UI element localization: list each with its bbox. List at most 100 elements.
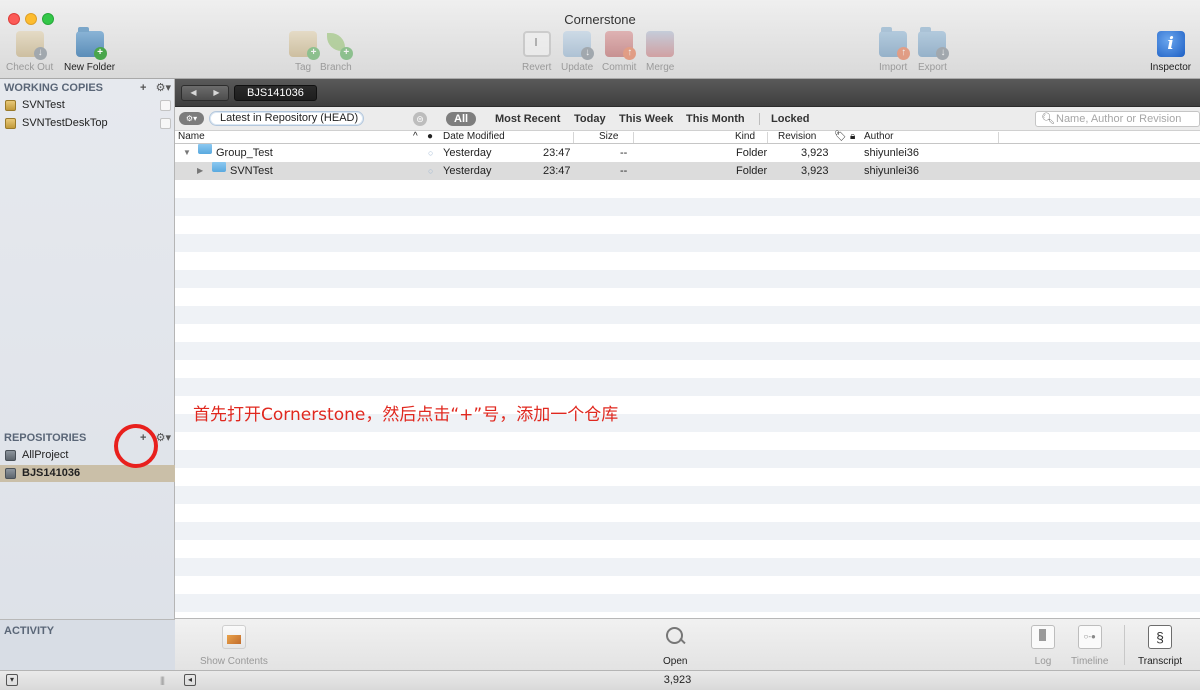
column-headers: Name ^ ● Date Modified Size Kind Revisio… [175, 131, 1200, 144]
inspector-info-icon: i [1156, 31, 1185, 57]
working-copy-checkbox[interactable] [160, 100, 171, 111]
table-row[interactable]: ▼ Group_Test ○ Yesterday 23:47 -- Folder… [175, 144, 1200, 162]
import-label: Import [879, 62, 908, 73]
back-arrow-icon[interactable]: ◀ [182, 86, 205, 100]
inspector-label: Inspector [1150, 62, 1192, 73]
search-placeholder: Name, Author or Revision [1056, 113, 1182, 125]
scope-clear-icon[interactable]: ⊜ [413, 112, 427, 126]
status-bar: ▾ ||| ◂ 3,923 [0, 670, 1200, 690]
repository-icon [5, 450, 16, 461]
new-folder-button[interactable]: + New Folder [64, 27, 115, 73]
export-icon: ↓ [918, 27, 950, 60]
tag-label: Tag [294, 62, 312, 73]
sort-ascending-icon[interactable]: ^ [413, 131, 418, 143]
bottom-divider [1124, 625, 1125, 665]
row-revision: 3,923 [801, 147, 829, 159]
disclosure-collapsed-icon[interactable]: ▶ [197, 162, 203, 180]
inspector-button[interactable]: i Inspector [1150, 31, 1191, 73]
transcript-label: Transcript [1138, 656, 1183, 667]
status-circle-icon: ○ [428, 166, 434, 176]
repository-label: BJS141036 [22, 467, 81, 479]
tag-icon: + [289, 31, 320, 60]
file-list: ▼ Group_Test ○ Yesterday 23:47 -- Folder… [175, 144, 1200, 618]
working-copy-item[interactable]: SVNTestDeskTop [0, 115, 175, 132]
window-title: Cornerstone [564, 12, 636, 27]
working-copies-gear-icon[interactable]: ⚙▾ [156, 82, 171, 94]
filter-this-month[interactable]: This Month [686, 112, 745, 126]
folder-icon [212, 162, 226, 172]
filter-most-recent[interactable]: Most Recent [495, 112, 560, 126]
annotation-highlight-circle [114, 424, 158, 468]
working-copy-checkbox[interactable] [160, 118, 171, 129]
check-out-icon: ↓ [15, 31, 47, 60]
filter-bar: ⚙▾ Latest in Repository (HEAD) ⊜ All Mos… [175, 107, 1200, 131]
working-copies-title: WORKING COPIES [4, 82, 104, 94]
show-contents-icon [221, 625, 246, 649]
branch-button[interactable]: + Branch [320, 31, 353, 73]
merge-label: Merge [646, 62, 675, 73]
filter-today[interactable]: Today [574, 112, 606, 126]
status-column-dot-icon[interactable]: ● [427, 131, 433, 143]
tag-button[interactable]: + Tag [289, 31, 320, 73]
commit-button[interactable]: ↑ Commit [602, 31, 636, 73]
working-copy-icon [5, 100, 16, 111]
column-author[interactable]: Author [864, 131, 893, 143]
row-author: shiyunlei36 [864, 147, 920, 159]
column-revision[interactable]: Revision [778, 131, 816, 143]
transcript-button[interactable]: § Transcript [1138, 625, 1182, 667]
working-copy-label: SVNTest [22, 99, 65, 111]
update-label: Update [561, 62, 594, 73]
filter-this-week[interactable]: This Week [619, 112, 673, 126]
scope-menu-button[interactable]: ⚙▾ [179, 112, 204, 125]
filter-locked[interactable]: Locked [771, 112, 810, 126]
add-working-copy-button[interactable]: + [140, 82, 146, 94]
column-kind[interactable]: Kind [735, 131, 755, 143]
working-copy-item[interactable]: SVNTest [0, 97, 175, 114]
repositories-gear-icon[interactable]: ⚙▾ [156, 432, 171, 444]
row-size: -- [620, 165, 628, 177]
table-row[interactable]: ▶ SVNTest ○ Yesterday 23:47 -- Folder 3,… [175, 162, 1200, 180]
revert-button[interactable]: Revert [522, 31, 551, 73]
show-contents-button[interactable]: Show Contents [200, 625, 268, 667]
lock-column-icon[interactable]: 🔒︎ [850, 131, 855, 143]
search-input[interactable]: 🔍︎ Name, Author or Revision [1035, 111, 1200, 127]
repository-item-selected[interactable]: BJS141036 [0, 465, 175, 482]
disclosure-expanded-icon[interactable]: ▼ [183, 144, 191, 162]
path-crumb[interactable]: BJS141036 [234, 85, 317, 101]
bottom-action-bar: Show Contents Open Log ○-● Timeline § Tr… [175, 618, 1200, 670]
column-date-modified[interactable]: Date Modified [443, 131, 505, 143]
row-date: Yesterday [443, 165, 492, 177]
row-kind: Folder [736, 147, 768, 159]
import-button[interactable]: ↑ Import [879, 27, 911, 73]
magnifier-icon [663, 625, 687, 649]
transcript-scroll-icon: § [1148, 625, 1173, 649]
update-button[interactable]: ↓ Update [561, 31, 595, 73]
working-copies-header: WORKING COPIES + ⚙▾ [0, 79, 175, 97]
check-out-button[interactable]: ↓ Check Out [6, 31, 53, 73]
merge-button[interactable]: Merge [646, 31, 674, 73]
row-name: Group_Test [216, 147, 273, 159]
forward-arrow-icon[interactable]: ▶ [205, 86, 228, 100]
revision-status: 3,923 [663, 674, 692, 686]
commit-label: Commit [602, 62, 637, 73]
revision-scope-field[interactable]: Latest in Repository (HEAD) [209, 111, 364, 126]
open-label: Open [663, 656, 688, 667]
repository-label: AllProject [22, 449, 69, 461]
column-name[interactable]: Name [178, 131, 205, 143]
timeline-label: Timeline [1071, 656, 1109, 667]
log-button[interactable]: Log [1031, 625, 1055, 667]
sidebar: WORKING COPIES + ⚙▾ SVNTest SVNTestDeskT… [0, 79, 175, 671]
export-button[interactable]: ↓ Export [918, 27, 950, 73]
timeline-button[interactable]: ○-● Timeline [1071, 625, 1108, 667]
branch-icon: + [322, 31, 353, 60]
column-size[interactable]: Size [599, 131, 618, 143]
tutorial-annotation-text: 首先打开Cornerstone，然后点击“+”号，添加一个仓库 [193, 405, 619, 425]
folder-icon [198, 144, 212, 154]
open-button[interactable]: Open [663, 625, 687, 667]
filter-all[interactable]: All [446, 112, 477, 126]
row-time: 23:47 [543, 165, 571, 177]
repository-icon [5, 468, 16, 479]
repositories-title: REPOSITORIES [4, 432, 87, 444]
row-revision: 3,923 [801, 165, 829, 177]
tag-column-icon[interactable]: 🏷︎ [834, 131, 847, 143]
